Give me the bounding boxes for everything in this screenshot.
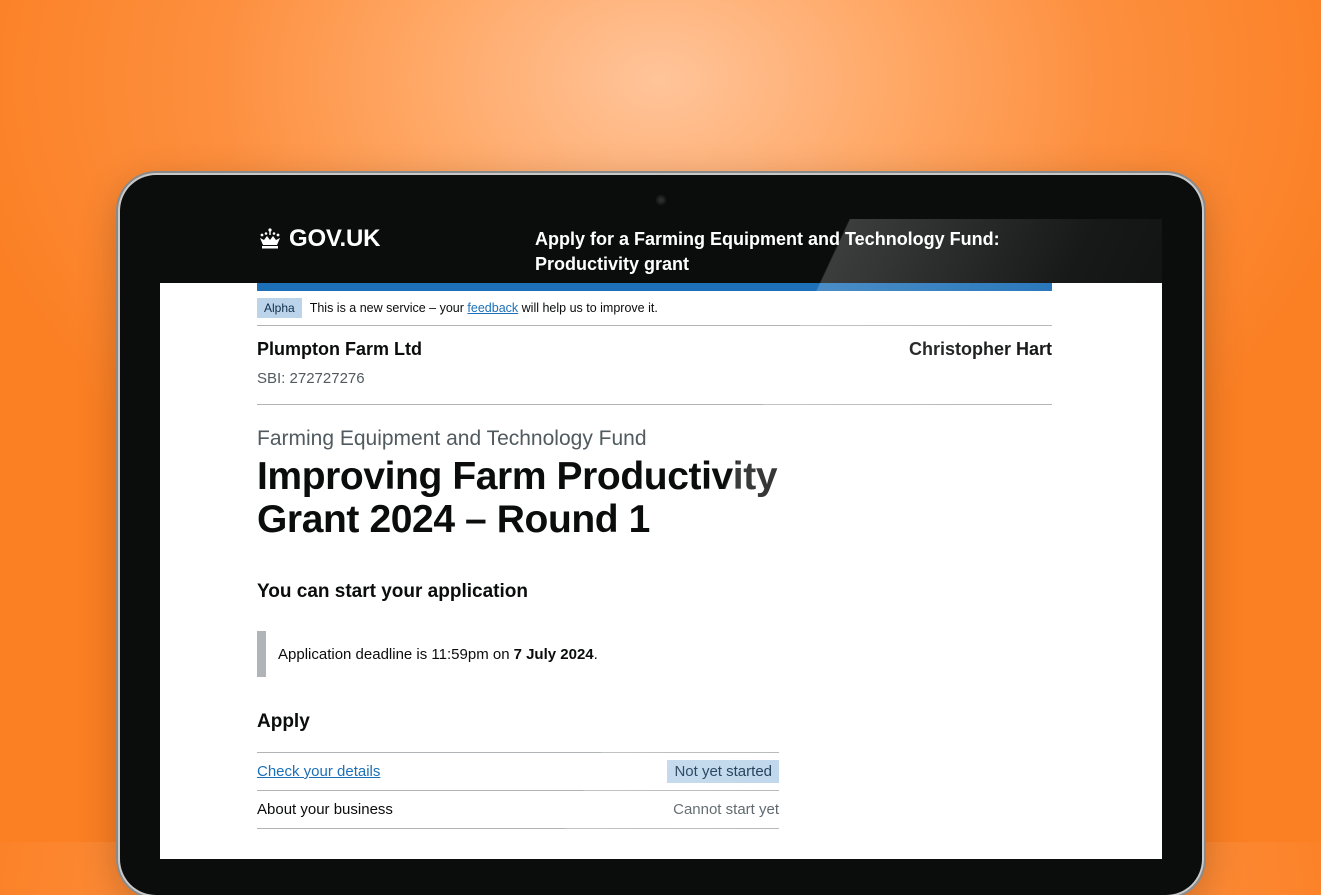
business-details: Plumpton Farm Ltd SBI: 272727276 Christo…	[257, 325, 1052, 405]
phase-text-after: will help us to improve it.	[521, 301, 658, 315]
sbi-number: SBI: 272727276	[257, 370, 365, 387]
browser-screen: GOV.UK Apply for a Farming Equipment and…	[160, 219, 1162, 859]
phase-tag: Alpha	[257, 298, 302, 318]
header-blue-bar	[257, 283, 1052, 291]
page-caption: Farming Equipment and Technology Fund	[257, 427, 647, 450]
deadline-end: .	[593, 645, 598, 663]
phase-text-before: This is a new service – your	[309, 301, 464, 315]
govuk-header: GOV.UK Apply for a Farming Equipment and…	[160, 219, 1162, 283]
check-details-link[interactable]: Check your details	[257, 763, 380, 780]
page-title: Improving Farm Productivity Grant 2024 –…	[257, 455, 778, 541]
phase-banner: Alpha This is a new service – your feedb…	[257, 291, 1052, 326]
deadline-text: Application deadline is 11:59pm on	[278, 645, 510, 663]
deadline-date: 7 July 2024	[513, 645, 594, 663]
task-row-check-details: Check your details Not yet started	[257, 753, 779, 791]
logo-text: GOV.UK	[289, 225, 381, 252]
service-name-link[interactable]: Apply for a Farming Equipment and Techno…	[535, 227, 1055, 277]
deadline-inset: Application deadline is 11:59pm on 7 Jul…	[257, 631, 777, 677]
laptop-frame: GOV.UK Apply for a Farming Equipment and…	[120, 175, 1202, 895]
crown-icon	[260, 228, 280, 249]
status-text: Cannot start yet	[673, 801, 779, 818]
camera-icon	[656, 195, 666, 205]
apply-heading: Apply	[257, 711, 310, 732]
feedback-link[interactable]: feedback	[467, 301, 518, 315]
task-list: Check your details Not yet started About…	[257, 752, 779, 829]
status-heading: You can start your application	[257, 581, 528, 602]
task-label: About your business	[257, 801, 393, 818]
status-badge: Not yet started	[667, 760, 779, 783]
task-row-about-business: About your business Cannot start yet	[257, 791, 779, 829]
govuk-logo-link[interactable]: GOV.UK	[257, 225, 380, 253]
user-name: Christopher Hart	[908, 339, 1052, 359]
business-name: Plumpton Farm Ltd	[257, 339, 422, 359]
